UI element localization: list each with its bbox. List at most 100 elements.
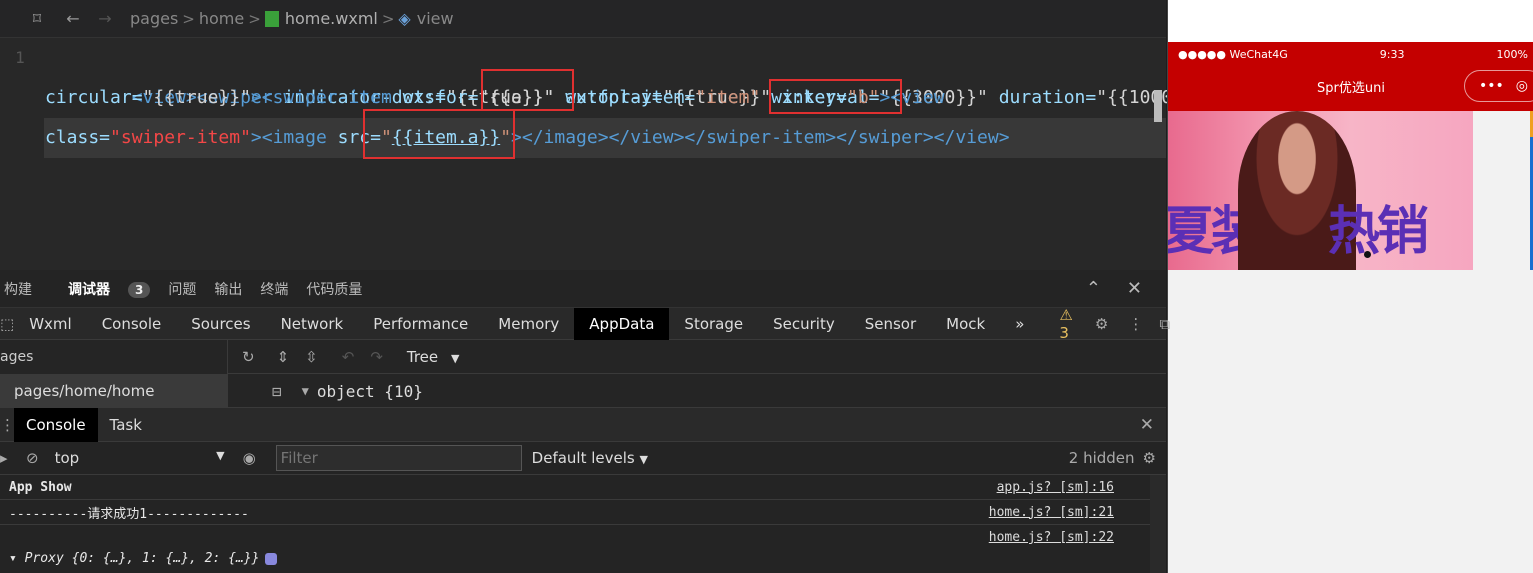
info-icon <box>265 552 278 565</box>
tab-build[interactable]: 构建 <box>4 279 32 299</box>
undo-icon[interactable]: ↶ <box>342 348 355 366</box>
devtools-window: ⌑ ← → pages > home > home.wxml > ◈ view … <box>0 0 1533 573</box>
drawer-menu-icon[interactable]: ⋮ <box>0 416 15 434</box>
tab-problems[interactable]: 问题 <box>168 279 196 299</box>
tab-output[interactable]: 输出 <box>214 279 242 299</box>
line-number: 1 <box>15 48 25 67</box>
tab-terminal[interactable]: 终端 <box>260 279 288 299</box>
levels-label: Default levels <box>531 449 635 467</box>
collapse-box-icon[interactable]: ⊟ <box>272 382 282 401</box>
crumb-node[interactable]: view <box>417 9 454 28</box>
tab-network[interactable]: Network <box>266 308 359 340</box>
refresh-icon[interactable]: ↻ <box>242 348 255 366</box>
log-source-link[interactable]: home.js? [sm]:21 <box>989 505 1114 520</box>
code-token: "item" <box>695 87 761 108</box>
inspect-icon[interactable]: ⬚ <box>0 315 14 333</box>
highlight-box-key <box>769 79 902 114</box>
bookmark-icon[interactable]: ⌑ <box>26 9 48 28</box>
indicator-dot[interactable] <box>1364 251 1371 258</box>
code-token: ></image></view></swiper-item></swiper> <box>511 127 934 148</box>
tab-memory[interactable]: Memory <box>483 308 574 340</box>
devtools-panel-tabs: ⬚ Wxml Console Sources Network Performan… <box>0 306 1170 342</box>
eye-icon[interactable]: ◉ <box>243 449 256 467</box>
code-token: ><image <box>250 127 327 148</box>
log-text[interactable]: ▾ Proxy {0: {…}, 1: {…}, 2: {…}} <box>9 551 259 566</box>
log-text: ----------请求成功1------------- <box>9 506 249 522</box>
close-drawer-icon[interactable]: ✕ <box>1140 415 1154 435</box>
gear-icon[interactable]: ⚙ <box>1095 315 1108 333</box>
view-mode-label: Tree <box>406 347 439 366</box>
console-toolbar: ▸ ⊘ top ▼ ◉ Default levels ▼ 2 hidden ⚙ <box>0 442 1166 475</box>
code-token: ><swiper-item <box>250 87 392 108</box>
clock-text: 9:33 <box>1379 47 1405 61</box>
crumb-home[interactable]: home <box>199 9 244 28</box>
tab-wxml[interactable]: Wxml <box>14 308 87 340</box>
tab-code-quality[interactable]: 代码质量 <box>306 279 362 299</box>
kebab-menu-icon[interactable]: ⋮ <box>1128 315 1143 333</box>
code-line-3: class="swiper-item"><image src="{{item.a… <box>44 118 1166 158</box>
collapse-all-icon[interactable]: ⇕ <box>277 348 290 366</box>
tab-sensor[interactable]: Sensor <box>850 308 931 340</box>
object-node[interactable]: object {10} <box>317 382 423 401</box>
tab-console-drawer[interactable]: Console <box>14 407 98 442</box>
code-token: wx:for= <box>391 87 479 108</box>
redo-icon[interactable]: ↷ <box>370 348 383 366</box>
editor-scrollbar[interactable] <box>1154 90 1162 122</box>
log-proxy-wrap: ▾ Proxy {0: {…}, 1: {…}, 2: {…}} <box>9 551 278 566</box>
warnings-count[interactable]: ⚠ 3 <box>1059 306 1072 342</box>
log-source-link[interactable]: home.js? [sm]:22 <box>989 530 1114 545</box>
swiper-banner[interactable]: 夏装 热销榜 <box>1168 111 1473 270</box>
page-item-home[interactable]: pages/home/home <box>0 374 227 408</box>
tab-security[interactable]: Security <box>758 308 850 340</box>
tab-storage[interactable]: Storage <box>669 308 758 340</box>
back-arrow-icon[interactable]: ← <box>62 9 84 28</box>
chevron-up-icon[interactable]: ⌃ <box>1086 278 1101 299</box>
tab-task[interactable]: Task <box>98 408 154 442</box>
chevron-right-icon: > <box>182 9 195 28</box>
code-editor: ⌑ ← → pages > home > home.wxml > ◈ view … <box>0 0 1205 270</box>
tab-console[interactable]: Console <box>87 308 177 340</box>
log-source-link[interactable]: app.js? [sm]:16 <box>997 480 1114 495</box>
filter-input[interactable] <box>275 445 522 471</box>
more-tabs-button[interactable]: » <box>1000 308 1039 340</box>
dock-icon[interactable]: ⧉ <box>1159 315 1170 333</box>
forward-arrow-icon[interactable]: → <box>94 9 116 28</box>
log-row: ----------请求成功1------------- home.js? [s… <box>0 500 1150 525</box>
code-area[interactable]: 1 <view><swiper indicator-dots="{{true}}"… <box>0 38 1205 158</box>
sidebar-toggle-icon[interactable]: ▸ <box>0 449 14 467</box>
log-row: App Show app.js? [sm]:16 <box>0 475 1150 500</box>
highlight-box-for <box>481 69 574 111</box>
menu-capsule[interactable]: ••• ◎ <box>1464 70 1533 102</box>
debug-panel: 构建 调试器 3 问题 输出 终端 代码质量 ⌃ ✕ ⬚ Wxml Console… <box>0 270 1170 573</box>
clear-console-icon[interactable]: ⊘ <box>26 449 39 467</box>
console-scrollbar[interactable] <box>1150 475 1166 573</box>
code-token: "swiper-item" <box>110 127 251 148</box>
tab-performance[interactable]: Performance <box>358 308 483 340</box>
code-line-1: 1 <view><swiper indicator-dots="{{true}}"… <box>0 38 1204 108</box>
more-icon[interactable]: ••• <box>1479 70 1504 102</box>
hidden-count: 2 hidden <box>1068 449 1135 467</box>
crumb-pages[interactable]: pages <box>130 9 178 28</box>
levels-select[interactable]: Default levels ▼ <box>532 449 648 467</box>
expand-all-icon[interactable]: ⇳ <box>305 348 318 366</box>
appdata-toolbar: ↻ ⇕ ⇳ ↶ ↷ Tree ▼ <box>228 340 1166 374</box>
console-drawer-tabs: ⋮ Console Task ✕ <box>0 407 1166 442</box>
code-token: wx:for-item= <box>554 87 696 108</box>
tab-mock[interactable]: Mock <box>931 308 1000 340</box>
crumb-file[interactable]: home.wxml <box>285 9 378 28</box>
debugger-badge: 3 <box>128 281 151 298</box>
tab-sources[interactable]: Sources <box>176 308 265 340</box>
view-mode-select[interactable]: Tree ▼ <box>407 348 460 366</box>
context-select[interactable]: top ▼ <box>55 449 225 467</box>
close-icon[interactable]: ✕ <box>1127 278 1142 299</box>
dropdown-arrow-icon: ▼ <box>216 449 225 462</box>
dropdown-arrow-icon: ▼ <box>450 351 460 365</box>
console-settings-icon[interactable]: ⚙ <box>1143 449 1156 467</box>
tab-debugger[interactable]: 调试器 3 <box>50 279 151 299</box>
close-circle-icon[interactable]: ◎ <box>1516 70 1528 102</box>
dropdown-arrow-icon: ▼ <box>639 453 648 466</box>
expand-arrow-icon[interactable]: ▼ <box>302 384 309 398</box>
pages-title: ages <box>0 349 34 365</box>
log-row[interactable]: ▾ Proxy {0: {…}, 1: {…}, 2: {…}} <box>0 546 1150 571</box>
tab-appdata[interactable]: AppData <box>574 307 670 340</box>
